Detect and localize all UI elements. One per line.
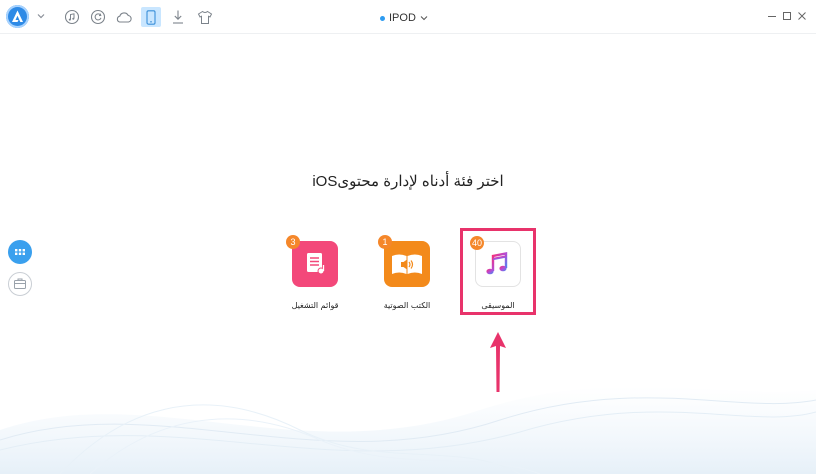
audiobook-icon[interactable]: 1 xyxy=(378,235,430,287)
category-view-button[interactable] xyxy=(8,240,32,264)
briefcase-icon xyxy=(14,278,26,289)
toolbar-divider xyxy=(0,33,816,34)
pointer-arrow-icon xyxy=(490,332,506,392)
count-badge: 1 xyxy=(378,235,392,249)
device-selector[interactable]: IPOD xyxy=(380,10,428,26)
background-waves xyxy=(0,386,816,474)
device-icon[interactable] xyxy=(141,7,161,27)
category-audiobooks[interactable]: 1 الكتب الصوتية xyxy=(364,234,450,310)
shirt-icon[interactable] xyxy=(195,7,215,27)
maximize-icon[interactable] xyxy=(781,10,793,22)
category-label: الكتب الصوتية xyxy=(383,301,431,310)
grid-icon xyxy=(15,249,25,255)
toolkit-button[interactable] xyxy=(8,272,32,296)
device-name: IPOD xyxy=(389,12,416,24)
count-badge: 3 xyxy=(286,235,300,249)
playlist-icon[interactable]: 3 xyxy=(286,235,338,287)
close-icon[interactable] xyxy=(796,10,808,22)
restore-icon[interactable] xyxy=(88,7,108,27)
chevron-down-icon[interactable] xyxy=(37,12,45,20)
page-heading: iOSاختر فئة أدناه لإدارة محتوى xyxy=(312,173,504,190)
selection-highlight xyxy=(460,228,536,315)
app-logo-icon[interactable] xyxy=(6,5,29,28)
category-label: قوائم التشغيل xyxy=(291,301,339,310)
category-playlists[interactable]: 3 قوائم التشغيل xyxy=(272,234,358,310)
music-icon[interactable] xyxy=(62,7,82,27)
top-toolbar: IPOD xyxy=(0,0,816,34)
chevron-down-icon xyxy=(420,16,428,21)
connected-dot-icon xyxy=(380,15,385,21)
minimize-icon[interactable] xyxy=(766,10,778,22)
cloud-icon[interactable] xyxy=(114,7,134,27)
download-icon[interactable] xyxy=(168,7,188,27)
